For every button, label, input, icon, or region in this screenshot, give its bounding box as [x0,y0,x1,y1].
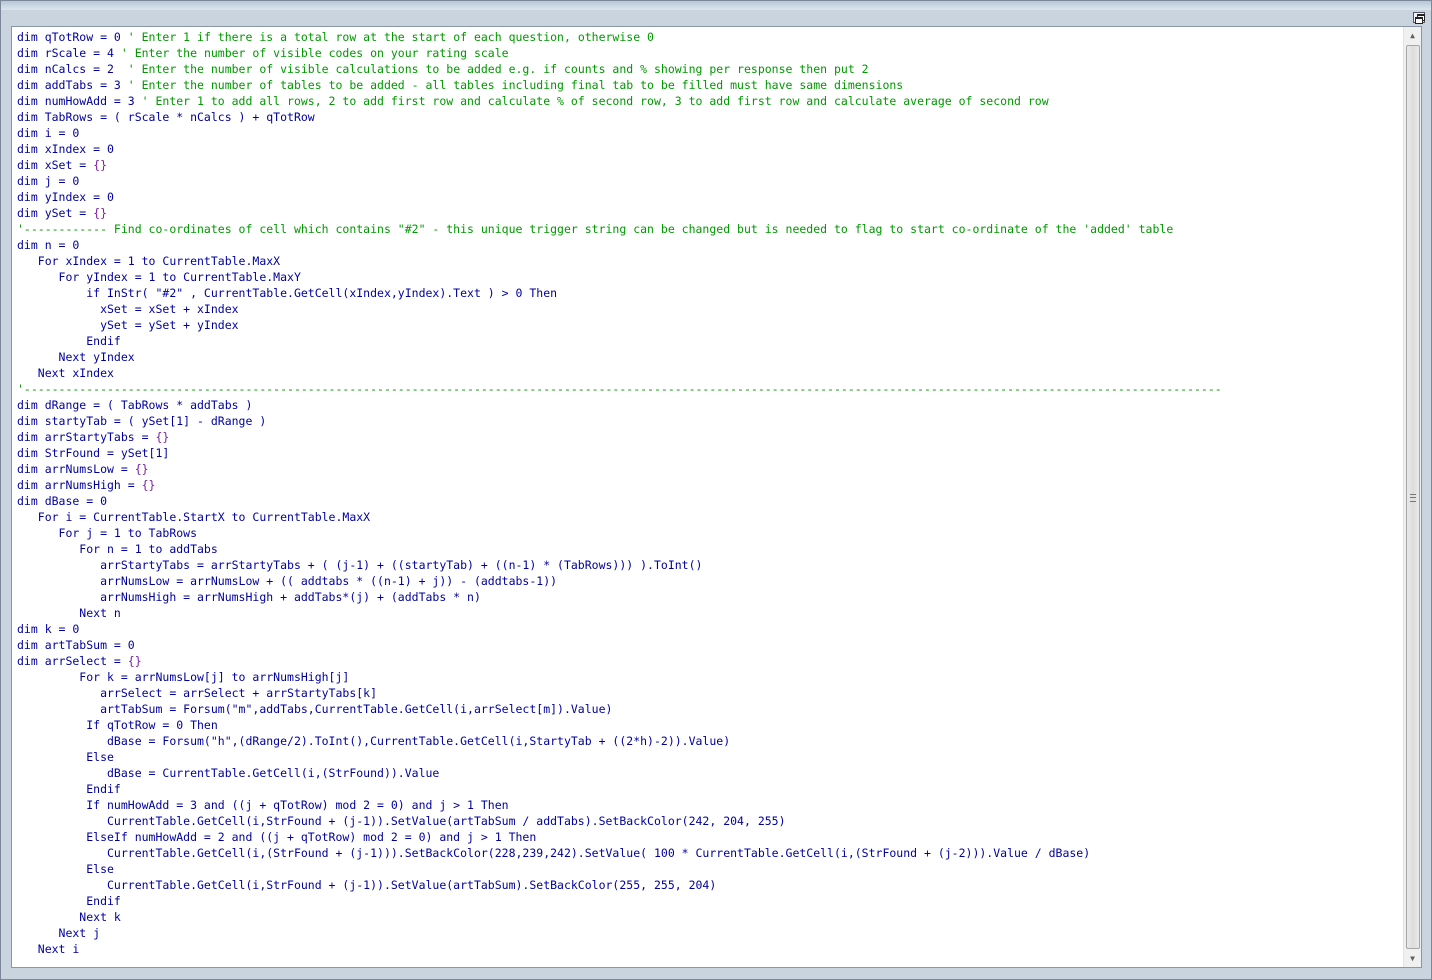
code-line[interactable]: CurrentTable.GetCell(i,(StrFound + (j-1)… [17,845,1401,861]
grip-icon [1410,494,1416,502]
title-bar [1,1,1431,10]
code-line[interactable]: dim qTotRow = 0 ' Enter 1 if there is a … [17,29,1401,45]
code-line[interactable]: Next k [17,909,1401,925]
code-line[interactable]: CurrentTable.GetCell(i,StrFound + (j-1))… [17,877,1401,893]
code-line[interactable]: artTabSum = Forsum("m",addTabs,CurrentTa… [17,701,1401,717]
vertical-scrollbar[interactable]: ▲ ▼ [1403,27,1421,967]
code-line[interactable]: If numHowAdd = 3 and ((j + qTotRow) mod … [17,797,1401,813]
code-line[interactable]: dim arrNumsLow = {} [17,461,1401,477]
code-line[interactable]: dim startyTab = ( ySet[1] - dRange ) [17,413,1401,429]
code-line[interactable]: Else [17,749,1401,765]
code-line[interactable]: For i = CurrentTable.StartX to CurrentTa… [17,509,1401,525]
code-line[interactable]: Next xIndex [17,365,1401,381]
code-line[interactable]: arrSelect = arrSelect + arrStartyTabs[k] [17,685,1401,701]
code-line[interactable]: if InStr( "#2" , CurrentTable.GetCell(xI… [17,285,1401,301]
code-line[interactable]: dim TabRows = ( rScale * nCalcs ) + qTot… [17,109,1401,125]
code-line[interactable]: dim j = 0 [17,173,1401,189]
code-line[interactable]: arrStartyTabs = arrStartyTabs + ( (j-1) … [17,557,1401,573]
code-line[interactable]: '------------ Find co-ordinates of cell … [17,221,1401,237]
code-line[interactable]: dim ySet = {} [17,205,1401,221]
code-line[interactable]: dim yIndex = 0 [17,189,1401,205]
code-line[interactable]: arrNumsHigh = arrNumsHigh + addTabs*(j) … [17,589,1401,605]
code-line[interactable]: dim xSet = {} [17,157,1401,173]
code-line[interactable]: dim artTabSum = 0 [17,637,1401,653]
code-line[interactable]: Next i [17,941,1401,957]
code-editor[interactable]: dim qTotRow = 0 ' Enter 1 if there is a … [11,26,1422,968]
code-line[interactable]: Endif [17,781,1401,797]
scroll-up-arrow-icon[interactable]: ▲ [1404,27,1421,44]
code-line[interactable]: dim nCalcs = 2 ' Enter the number of vis… [17,61,1401,77]
code-line[interactable]: If qTotRow = 0 Then [17,717,1401,733]
code-line[interactable]: dim dBase = 0 [17,493,1401,509]
code-line[interactable]: arrNumsLow = arrNumsLow + (( addtabs * (… [17,573,1401,589]
scroll-down-arrow-icon[interactable]: ▼ [1404,950,1421,967]
code-line[interactable]: '---------------------------------------… [17,381,1401,397]
code-line[interactable]: dim numHowAdd = 3 ' Enter 1 to add all r… [17,93,1401,109]
code-line[interactable]: dim arrSelect = {} [17,653,1401,669]
code-line[interactable]: dim dRange = ( TabRows * addTabs ) [17,397,1401,413]
code-line[interactable]: Next j [17,925,1401,941]
editor-window: dim qTotRow = 0 ' Enter 1 if there is a … [0,0,1432,980]
code-line[interactable]: For yIndex = 1 to CurrentTable.MaxY [17,269,1401,285]
code-line[interactable]: Next n [17,605,1401,621]
code-line[interactable]: dim i = 0 [17,125,1401,141]
code-line[interactable]: Endif [17,893,1401,909]
scroll-thumb[interactable] [1406,45,1420,949]
code-line[interactable]: Next yIndex [17,349,1401,365]
code-line[interactable]: dBase = Forsum("h",(dRange/2).ToInt(),Cu… [17,733,1401,749]
code-line[interactable]: Else [17,861,1401,877]
code-line[interactable]: dim arrNumsHigh = {} [17,477,1401,493]
code-line[interactable]: dim arrStartyTabs = {} [17,429,1401,445]
code-line[interactable]: For xIndex = 1 to CurrentTable.MaxX [17,253,1401,269]
code-line[interactable]: xSet = xSet + xIndex [17,301,1401,317]
code-line[interactable]: dim k = 0 [17,621,1401,637]
code-line[interactable]: dim xIndex = 0 [17,141,1401,157]
code-line[interactable]: Endif [17,333,1401,349]
code-line[interactable]: ySet = ySet + yIndex [17,317,1401,333]
code-line[interactable]: dim addTabs = 3 ' Enter the number of ta… [17,77,1401,93]
code-line[interactable]: For k = arrNumsLow[j] to arrNumsHigh[j] [17,669,1401,685]
code-line[interactable]: dim n = 0 [17,237,1401,253]
code-line[interactable]: For n = 1 to addTabs [17,541,1401,557]
code-line[interactable]: CurrentTable.GetCell(i,StrFound + (j-1))… [17,813,1401,829]
code-line[interactable]: dim rScale = 4 ' Enter the number of vis… [17,45,1401,61]
code-area[interactable]: dim qTotRow = 0 ' Enter 1 if there is a … [17,29,1401,957]
code-line[interactable]: For j = 1 to TabRows [17,525,1401,541]
code-line[interactable]: ElseIf numHowAdd = 2 and ((j + qTotRow) … [17,829,1401,845]
restore-window-icon[interactable] [1413,12,1425,24]
code-line[interactable]: dBase = CurrentTable.GetCell(i,(StrFound… [17,765,1401,781]
code-line[interactable]: dim StrFound = ySet[1] [17,445,1401,461]
